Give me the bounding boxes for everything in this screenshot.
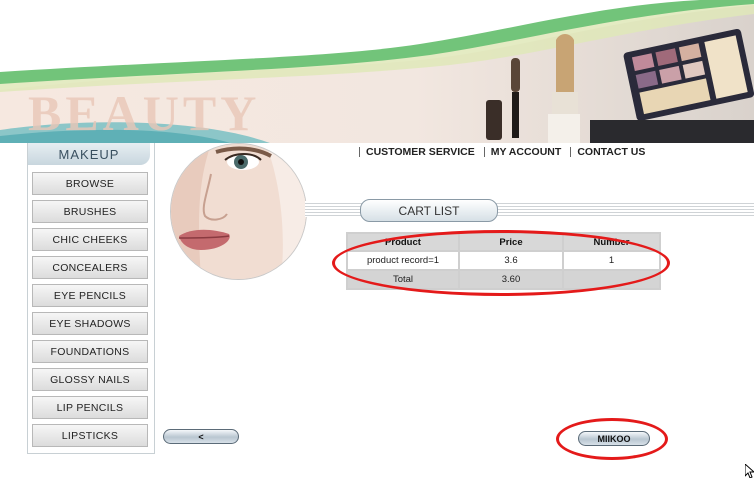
- total-label: Total: [348, 271, 458, 288]
- back-button[interactable]: <: [163, 429, 239, 444]
- banner-watermark: BEAUTY: [28, 85, 261, 141]
- cell-price: 3.6: [460, 252, 562, 269]
- my-account-link[interactable]: MY ACCOUNT: [491, 146, 562, 158]
- sidebar-item-glossy-nails[interactable]: GLOSSY NAILS: [32, 368, 148, 391]
- table-row: product record=1 3.6 1: [348, 252, 659, 269]
- header-banner: BEAUTY: [0, 0, 754, 143]
- column-header-price: Price: [460, 234, 562, 250]
- sidebar-item-browse[interactable]: BROWSE: [32, 172, 148, 195]
- column-header-number: Number: [564, 234, 659, 250]
- column-header-product: Product: [348, 234, 458, 250]
- cart-table: Product Price Number product record=1 3.…: [346, 232, 661, 290]
- face-illustration: [171, 144, 306, 279]
- nav-separator: [570, 147, 572, 157]
- sidebar-item-concealers[interactable]: CONCEALERS: [32, 256, 148, 279]
- customer-service-link[interactable]: CUSTOMER SERVICE: [366, 146, 475, 158]
- cart-list-title: CART LIST: [360, 199, 498, 222]
- cell-product: product record=1: [348, 252, 458, 269]
- sidebar-item-eye-pencils[interactable]: EYE PENCILS: [32, 284, 148, 307]
- sidebar-item-foundations[interactable]: FOUNDATIONS: [32, 340, 148, 363]
- miikoo-button[interactable]: MIIKOO: [578, 431, 650, 446]
- sidebar: MAKEUP BROWSE BRUSHES CHIC CHEEKS CONCEA…: [27, 143, 155, 454]
- sidebar-item-chic-cheeks[interactable]: CHIC CHEEKS: [32, 228, 148, 251]
- nav-separator: [359, 147, 360, 157]
- total-value: 3.60: [460, 271, 562, 288]
- nav-separator: [483, 147, 485, 157]
- cell-number: 1: [564, 252, 659, 269]
- mouse-cursor-icon: [745, 464, 754, 478]
- table-header-row: Product Price Number: [348, 234, 659, 250]
- sidebar-item-brushes[interactable]: BRUSHES: [32, 200, 148, 223]
- sidebar-item-lipsticks[interactable]: LIPSTICKS: [32, 424, 148, 447]
- total-row: Total 3.60: [348, 271, 659, 288]
- total-empty-cell: [564, 271, 659, 288]
- model-portrait-image: [170, 143, 307, 280]
- sidebar-item-eye-shadows[interactable]: EYE SHADOWS: [32, 312, 148, 335]
- sidebar-item-lip-pencils[interactable]: LIP PENCILS: [32, 396, 148, 419]
- sidebar-title: MAKEUP: [28, 143, 150, 165]
- top-navigation: CUSTOMER SERVICE MY ACCOUNT CONTACT US: [359, 145, 654, 159]
- contact-us-link[interactable]: CONTACT US: [577, 146, 645, 158]
